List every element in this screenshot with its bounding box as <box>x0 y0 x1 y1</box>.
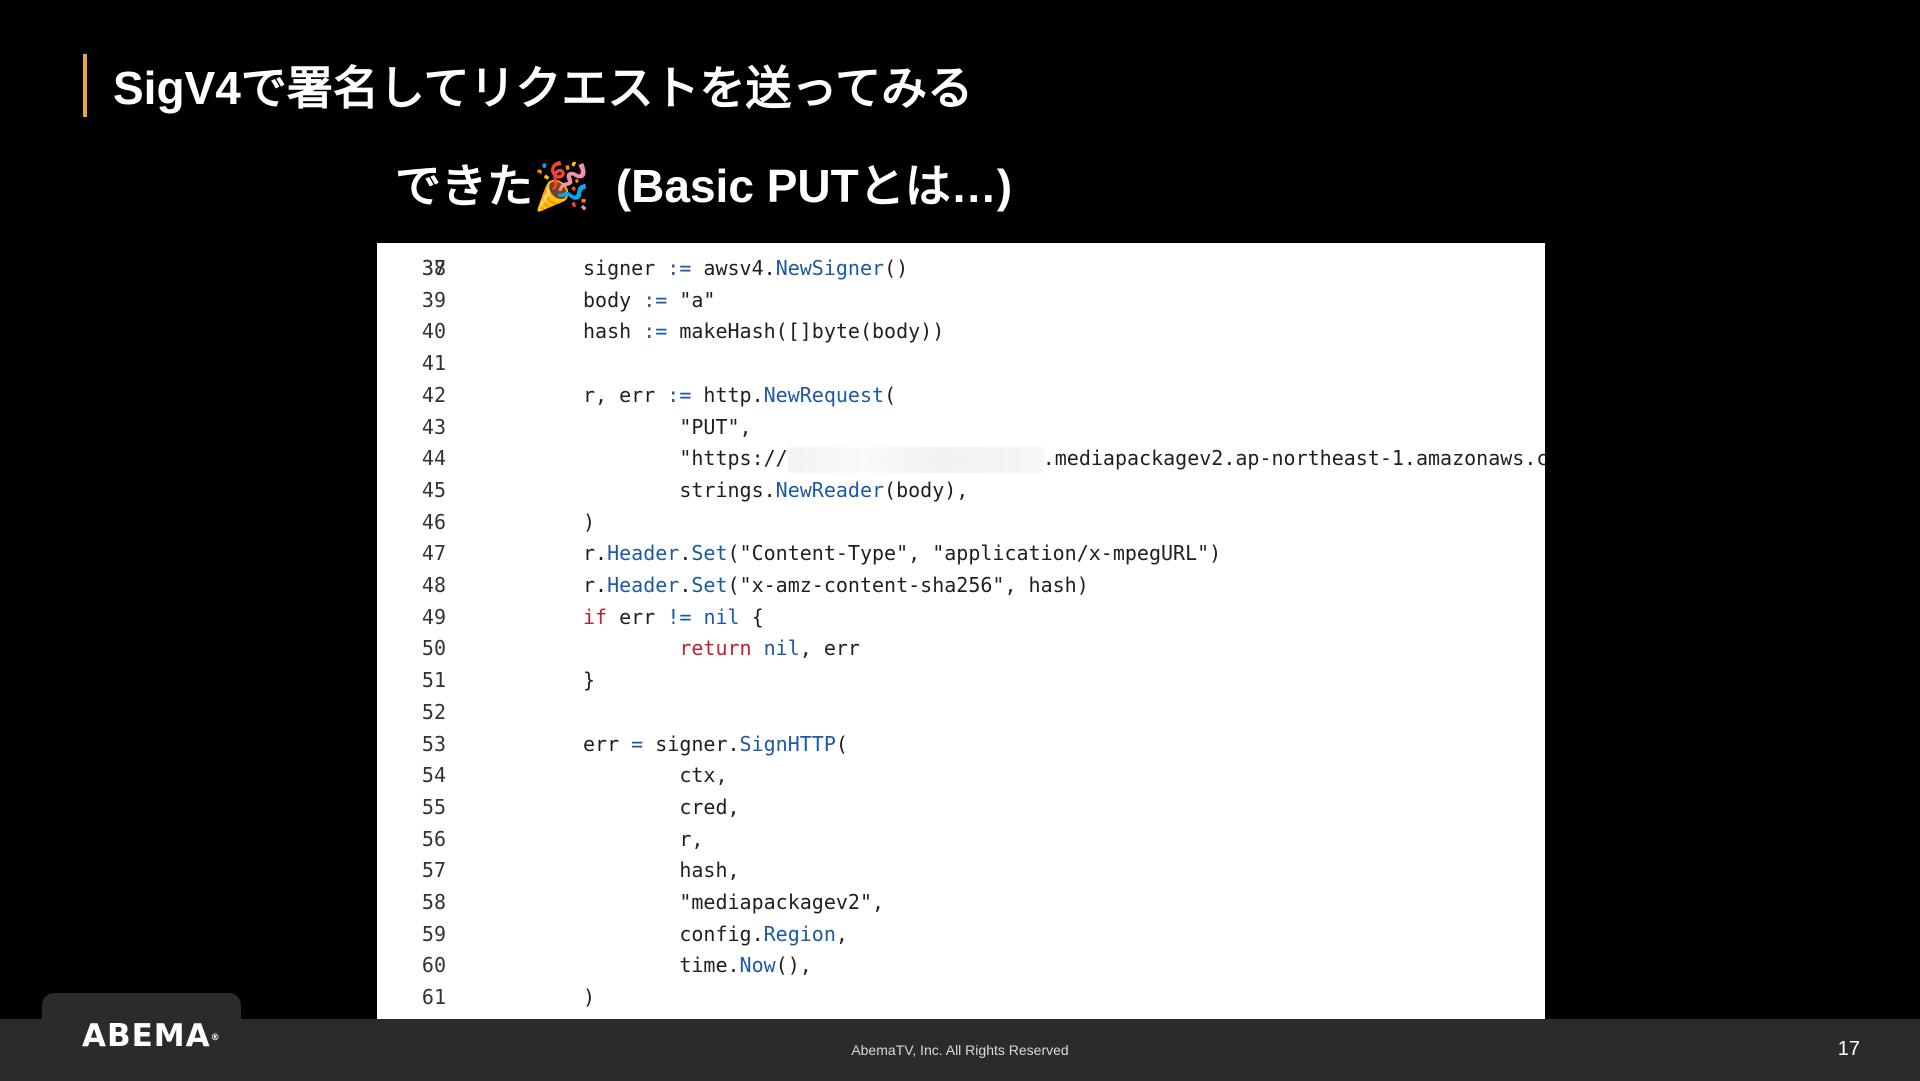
code-line: 43 "PUT", <box>377 412 1545 444</box>
code-line: 45 strings.NewReader(body), <box>377 475 1545 507</box>
code-text: strings.NewReader(body), <box>583 477 969 502</box>
slide-subtitle: できた🎉 (Basic PUTとは…) <box>395 154 1012 218</box>
code-line: 54 ctx, <box>377 760 1545 792</box>
code-line: 39 body := "a" <box>377 285 1545 317</box>
line-number: 38 <box>421 256 446 280</box>
code-line: 48 r.Header.Set("x-amz-content-sha256", h… <box>377 570 1545 602</box>
code-text: hash := makeHash([]byte(body)) <box>583 319 945 344</box>
code-line: 38 signer := awsv4.NewSigner() <box>377 253 1545 285</box>
code-text: body := "a" <box>583 287 716 312</box>
code-line: 41 <box>377 348 1545 380</box>
line-number: 57 <box>421 858 446 883</box>
line-number: 45 <box>421 477 446 502</box>
slide-title: SigV4で署名してリクエストを送ってみる <box>113 62 974 114</box>
code-text: r.Header.Set("x-amz-content-sha256", has… <box>583 573 1089 597</box>
code-text: time.Now(), <box>583 953 812 978</box>
code-line: 52 <box>377 697 1545 729</box>
code-text: hash, <box>583 858 740 883</box>
code-text: err = signer.SignHTTP( <box>583 731 848 756</box>
line-number: 43 <box>421 414 446 439</box>
code-text: r.Header.Set("Content-Type", "applicatio… <box>583 541 1222 566</box>
subtitle-text: できた <box>395 160 533 212</box>
code-line: 61) <box>377 982 1545 1014</box>
code-line: 53 err = signer.SignHTTP( <box>377 729 1545 761</box>
code-text: if err != nil { <box>583 604 764 629</box>
line-number: 55 <box>421 794 446 819</box>
page-number: 17 <box>1837 1038 1860 1060</box>
line-number: 48 <box>421 573 446 597</box>
code-text: "https://.mediapackagev2.ap-northeast-1.… <box>583 443 1545 475</box>
code-text: config.Region, <box>583 921 848 946</box>
code-screenshot: 37 62 if err != nil { 38signer := awsv4.… <box>377 243 1545 1031</box>
line-number: 47 <box>421 541 446 566</box>
code-line-partial-top: 37 <box>377 243 1545 280</box>
code-line: 57 hash, <box>377 855 1545 887</box>
code-line: 51} <box>377 665 1545 697</box>
line-number: 59 <box>421 921 446 946</box>
code-line: 55 cred, <box>377 792 1545 824</box>
code-line: 56 r, <box>377 824 1545 856</box>
title-accent-bar <box>83 54 87 117</box>
line-number: 52 <box>421 699 446 724</box>
slide: SigV4で署名してリクエストを送ってみる できた🎉 (Basic PUTとは…… <box>0 0 1920 1081</box>
code-line: 50 return nil, err <box>377 633 1545 665</box>
code-line: 60 time.Now(), <box>377 950 1545 982</box>
code-text: r, <box>583 826 704 851</box>
code-line: 59 config.Region, <box>377 919 1545 951</box>
code-text: signer := awsv4.NewSigner() <box>583 256 909 280</box>
line-number: 58 <box>421 890 446 914</box>
code-text: cred, <box>583 794 740 819</box>
code-line: 58 "mediapackagev2", <box>377 887 1545 919</box>
code-text: return nil, err <box>679 636 860 661</box>
line-number: 60 <box>421 953 446 978</box>
line-number: 50 <box>421 636 446 661</box>
subtitle-suffix: (Basic PUTとは…) <box>615 160 1013 212</box>
code-line: 49 if err != nil { <box>377 602 1545 634</box>
code-text: ctx, <box>583 763 728 788</box>
copyright-text: AbemaTV, Inc. All Rights Reserved <box>851 1042 1069 1058</box>
line-number: 54 <box>421 763 446 788</box>
code-line: 46) <box>377 507 1545 539</box>
line-number: 41 <box>421 351 446 376</box>
party-popper-icon: 🎉 <box>533 160 591 212</box>
code-text: ) <box>583 509 596 534</box>
code-text: } <box>583 668 596 693</box>
redacted-hostname <box>787 446 1043 473</box>
line-number: 49 <box>421 604 446 629</box>
line-number: 53 <box>421 731 446 756</box>
line-number: 39 <box>421 287 446 312</box>
code-line: 42 r, err := http.NewRequest( <box>377 380 1545 412</box>
line-number: 44 <box>421 446 446 471</box>
code-line: 44 "https://.mediapackagev2.ap-northeast… <box>377 443 1545 475</box>
code-line: 40 hash := makeHash([]byte(body)) <box>377 316 1545 348</box>
code-text: ) <box>583 985 596 1010</box>
code-text: "PUT", <box>583 414 752 439</box>
line-number: 42 <box>421 382 446 407</box>
code-line: 47 r.Header.Set("Content-Type", "applicat… <box>377 538 1545 570</box>
line-number: 40 <box>421 319 446 344</box>
line-number: 61 <box>421 985 446 1010</box>
line-number: 56 <box>421 826 446 851</box>
line-number: 51 <box>421 668 446 693</box>
code-text: r, err := http.NewRequest( <box>583 382 897 407</box>
code-text: "mediapackagev2", <box>583 890 885 914</box>
line-number: 46 <box>421 509 446 534</box>
